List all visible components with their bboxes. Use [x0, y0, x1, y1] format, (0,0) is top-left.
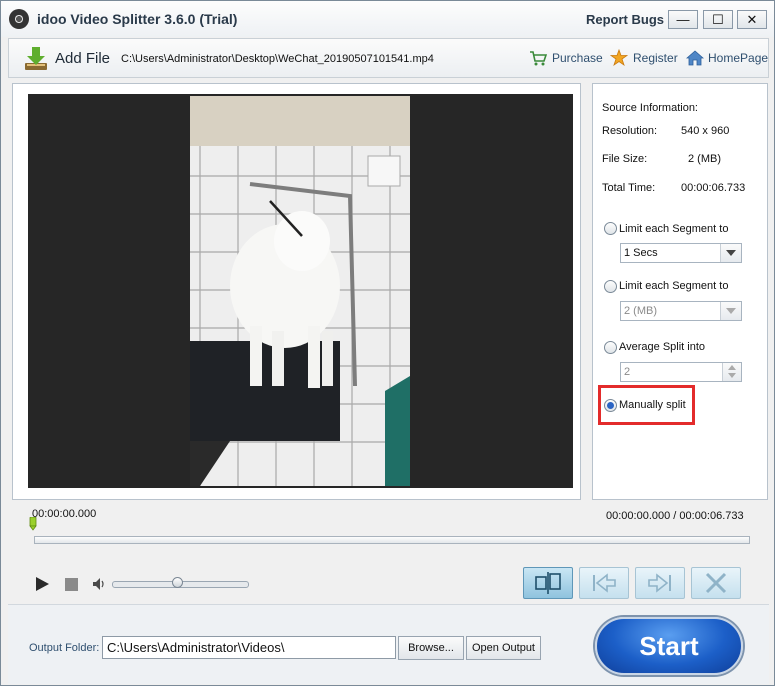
maximize-button[interactable]: ☐ [703, 10, 733, 29]
totaltime-label: Total Time: [602, 182, 656, 194]
start-button[interactable]: Start [595, 617, 743, 675]
previous-mark-button[interactable] [579, 567, 629, 599]
resolution-value: 540 x 960 [681, 125, 730, 137]
app-window: idoo Video Splitter 3.6.0 (Trial) Report… [0, 0, 775, 686]
homepage-link[interactable]: HomePage [708, 51, 768, 65]
video-preview-panel [12, 83, 581, 500]
stop-icon[interactable] [65, 578, 78, 591]
download-arrow-icon[interactable] [22, 45, 50, 73]
cart-icon [530, 51, 547, 66]
limit-time-value: 1 Secs [624, 247, 658, 259]
split-mark-button[interactable] [523, 567, 573, 599]
film-reel-icon [9, 9, 29, 29]
skip-back-icon [593, 573, 616, 593]
limit-time-label: Limit each Segment to [619, 223, 729, 235]
close-button[interactable]: ✕ [737, 10, 767, 29]
filesize-label: File Size: [602, 153, 648, 165]
position-display: 00:00:00.000 / 00:00:06.733 [606, 510, 744, 522]
title-bar: idoo Video Splitter 3.6.0 (Trial) Report… [1, 1, 774, 37]
file-path: C:\Users\Administrator\Desktop\WeChat_20… [121, 53, 434, 65]
open-output-button[interactable]: Open Output [466, 636, 541, 660]
limit-size-value: 2 (MB) [624, 305, 657, 317]
star-ribbon-icon [610, 49, 628, 67]
delete-mark-button[interactable] [691, 567, 741, 599]
volume-icon[interactable] [92, 577, 106, 591]
split-mark-icon [535, 572, 561, 594]
limit-size-radio[interactable] [604, 280, 617, 293]
purchase-link[interactable]: Purchase [552, 51, 603, 65]
window-title: idoo Video Splitter 3.6.0 (Trial) [37, 11, 238, 27]
volume-slider-thumb[interactable] [171, 577, 183, 588]
toolbar: Add File C:\Users\Administrator\Desktop\… [8, 38, 769, 78]
limit-size-label: Limit each Segment to [619, 280, 729, 292]
skip-forward-icon [648, 573, 671, 593]
add-file-button[interactable]: Add File [55, 50, 110, 67]
output-folder-label: Output Folder: [29, 642, 100, 654]
chevron-down-icon[interactable] [720, 302, 741, 320]
manual-split-highlight [598, 385, 695, 425]
source-info-heading: Source Information: [602, 102, 698, 114]
totaltime-value: 00:00:06.733 [681, 182, 746, 194]
spinner-arrows-icon[interactable] [722, 363, 741, 381]
video-frame [190, 96, 410, 486]
output-folder-input[interactable]: C:\Users\Administrator\Videos\ [102, 636, 396, 659]
next-mark-button[interactable] [635, 567, 685, 599]
average-split-spinner[interactable]: 2 [620, 362, 742, 382]
limit-size-select[interactable]: 2 (MB) [620, 301, 742, 321]
home-icon [686, 50, 704, 66]
filesize-value: 2 (MB) [688, 153, 721, 165]
report-bugs-link[interactable]: Report Bugs [586, 12, 664, 27]
minimize-button[interactable]: — [668, 10, 698, 29]
limit-time-select[interactable]: 1 Secs [620, 243, 742, 263]
split-settings-panel: Source Information: Resolution: 540 x 96… [592, 83, 768, 500]
chevron-down-icon[interactable] [720, 244, 741, 262]
close-icon [705, 572, 727, 594]
average-split-label: Average Split into [619, 341, 706, 353]
register-link[interactable]: Register [633, 51, 678, 65]
playhead-marker-icon[interactable] [29, 517, 37, 531]
limit-time-radio[interactable] [604, 222, 617, 235]
browse-button[interactable]: Browse... [398, 636, 464, 660]
video-screen[interactable] [28, 94, 573, 488]
average-split-radio[interactable] [604, 341, 617, 354]
resolution-label: Resolution: [602, 125, 658, 137]
timeline-track[interactable] [34, 536, 750, 544]
video-frame-image [190, 96, 410, 486]
marker-time: 00:00:00.000 [32, 508, 97, 520]
play-icon[interactable] [34, 576, 50, 592]
average-split-value: 2 [624, 366, 631, 378]
